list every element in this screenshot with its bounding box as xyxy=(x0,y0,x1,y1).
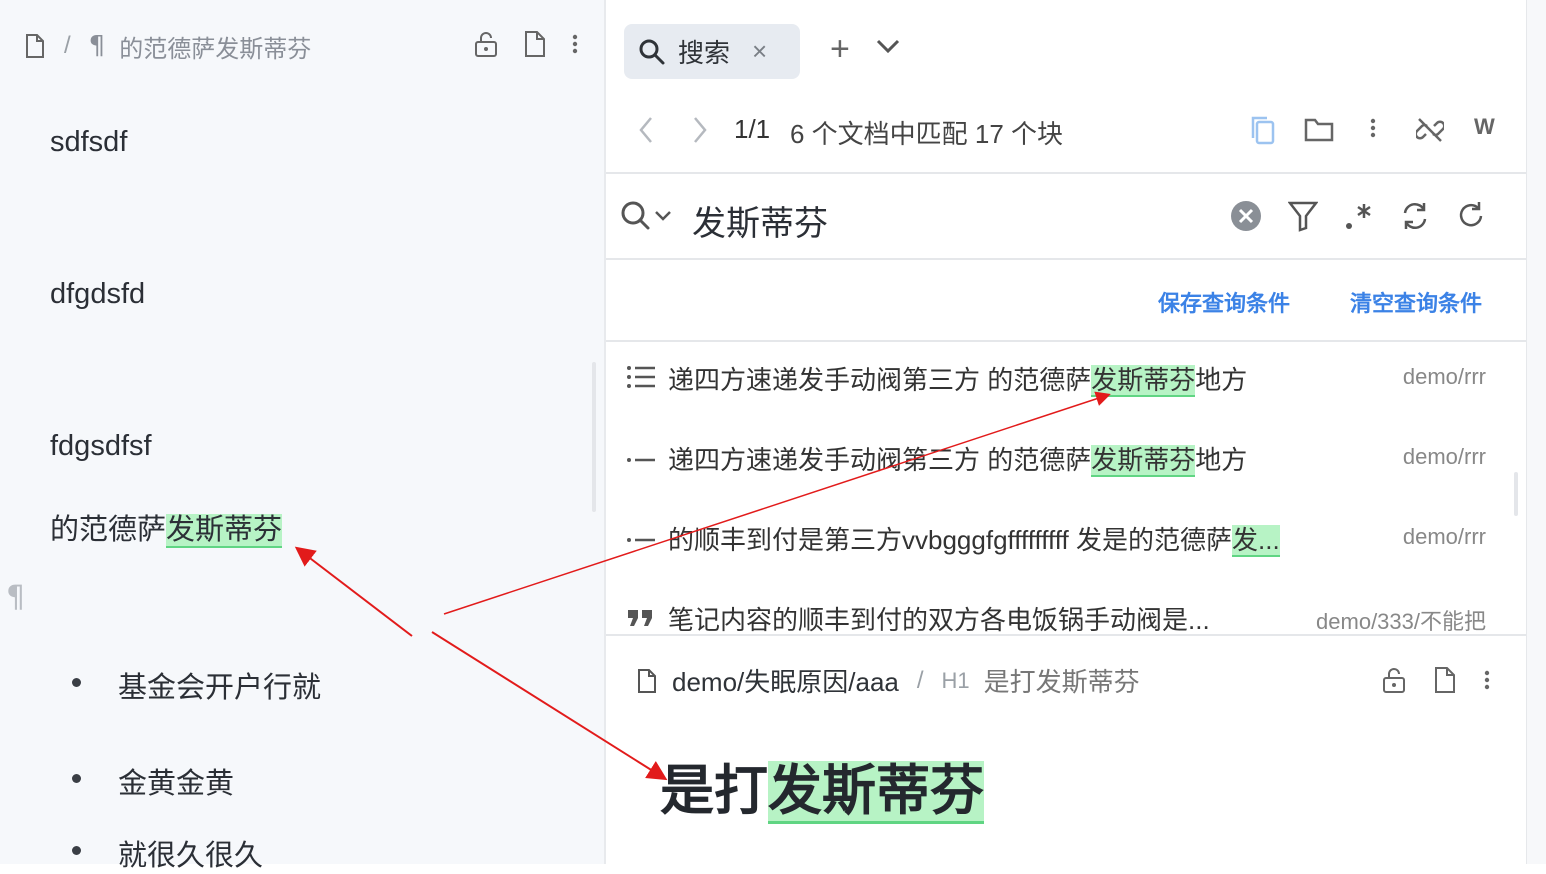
replace-icon[interactable] xyxy=(1400,200,1430,232)
result-path: demo/rrr xyxy=(1402,524,1486,549)
breadcrumb-separator: / xyxy=(64,32,71,59)
result-preview: demo/失眠原因/aaa / H1 是打发斯蒂芬 是打发斯蒂芬 xyxy=(606,634,1526,864)
window-edge xyxy=(1526,0,1546,864)
add-tab-button[interactable]: + xyxy=(830,32,850,66)
result-path: demo/rrr xyxy=(1402,444,1486,469)
refresh-icon[interactable] xyxy=(1456,200,1486,232)
preview-heading[interactable]: 是打发斯蒂芬 xyxy=(660,746,984,825)
tab-search[interactable]: 搜索 × xyxy=(624,24,800,79)
search-icon xyxy=(638,38,666,66)
filter-icon[interactable] xyxy=(1288,200,1318,232)
search-toolbar xyxy=(1230,200,1486,232)
result-text: 笔记内容的顺丰到付的双方各电饭锅手动阀是... xyxy=(668,605,1210,634)
paragraph-block[interactable]: dfgdsfd xyxy=(50,278,145,311)
clear-icon[interactable] xyxy=(1230,200,1262,232)
list-item-icon xyxy=(626,532,656,550)
list-item[interactable]: 就很久很久 xyxy=(118,832,263,874)
result-row[interactable]: 笔记内容的顺丰到付的双方各电饭锅手动阀是... demo/333/不能把 xyxy=(606,588,1526,634)
search-match-highlight: 发斯蒂芬 xyxy=(1091,365,1196,397)
breadcrumb-heading[interactable]: 是打发斯蒂芬 xyxy=(984,662,1140,699)
search-match-highlight: 发斯蒂芬 xyxy=(768,761,984,824)
search-bar: 发斯蒂芬 xyxy=(606,172,1526,260)
highlighted-paragraph-block[interactable]: 的范德萨发斯蒂芬 xyxy=(50,506,283,548)
chevron-right-icon[interactable] xyxy=(692,116,708,149)
match-summary: 6 个文档中匹配 17 个块 xyxy=(790,119,1064,149)
folder-icon[interactable] xyxy=(1304,116,1334,147)
page-indicator: 1/1 xyxy=(734,114,771,144)
bullet-icon xyxy=(72,846,81,855)
breadcrumb-title[interactable]: 的范德萨发斯蒂芬 xyxy=(119,29,311,64)
block-text: 的范德萨 xyxy=(50,514,167,546)
search-input[interactable]: 发斯蒂芬 xyxy=(692,196,828,245)
copy-icon[interactable] xyxy=(1250,114,1276,151)
chevron-down-icon[interactable] xyxy=(876,38,900,54)
list-item-icon xyxy=(626,452,656,470)
document-icon[interactable] xyxy=(636,668,658,694)
result-row[interactable]: 递四方速递发手动阀第三方 的范德萨发斯蒂芬地方 demo/rrr xyxy=(606,348,1526,408)
document-icon[interactable] xyxy=(524,30,546,58)
bullet-icon xyxy=(72,678,81,687)
result-navigation: 1/1 6 个文档中匹配 17 个块 W xyxy=(630,108,1510,152)
query-actions: 保存查询条件 清空查询条件 xyxy=(606,260,1526,342)
result-text: 递四方速递发手动阀第三方 的范德萨发斯蒂芬地方 xyxy=(668,365,1248,397)
paragraph-block[interactable]: fdgsdfsf xyxy=(50,430,152,463)
close-icon[interactable]: × xyxy=(752,36,767,67)
unlink-icon[interactable] xyxy=(1414,116,1446,149)
breadcrumb: demo/失眠原因/aaa / H1 是打发斯蒂芬 xyxy=(636,662,1140,699)
result-row[interactable]: 的顺丰到付是第三方vvbgggfgfffffffff 发是的范德萨发... de… xyxy=(606,508,1526,568)
result-text: 递四方速递发手动阀第三方 的范德萨发斯蒂芬地方 xyxy=(668,445,1248,477)
result-row[interactable]: 递四方速递发手动阀第三方 的范德萨发斯蒂芬地方 demo/rrr xyxy=(606,428,1526,488)
scrollbar[interactable] xyxy=(1514,472,1518,516)
breadcrumb-separator: / xyxy=(916,666,924,694)
more-vertical-icon[interactable] xyxy=(572,34,578,54)
chevron-left-icon[interactable] xyxy=(638,116,654,149)
whole-word-toggle[interactable]: W xyxy=(1474,114,1495,140)
paragraph-icon[interactable]: ¶ xyxy=(89,31,106,61)
save-query-link[interactable]: 保存查询条件 xyxy=(1158,286,1290,318)
search-match-highlight: 发... xyxy=(1232,525,1280,557)
search-match-highlight: 发斯蒂芬 xyxy=(1091,445,1196,477)
search-results: 递四方速递发手动阀第三方 的范德萨发斯蒂芬地方 demo/rrr 递四方速递发手… xyxy=(606,342,1526,634)
clear-query-link[interactable]: 清空查询条件 xyxy=(1350,286,1482,318)
editor-toolbar xyxy=(474,30,578,58)
unlock-icon[interactable] xyxy=(1382,666,1406,694)
document-icon[interactable] xyxy=(24,33,46,59)
search-method-dropdown[interactable] xyxy=(620,200,676,234)
search-pane: 搜索 × + 1/1 6 个文档中匹配 17 个块 W 发斯蒂芬 保存查询条件 … xyxy=(606,0,1526,864)
more-vertical-icon[interactable] xyxy=(1370,118,1376,143)
breadcrumb-doc-path[interactable]: demo/失眠原因/aaa xyxy=(672,662,899,699)
regex-icon[interactable] xyxy=(1344,200,1374,232)
result-text: 的顺丰到付是第三方vvbgggfgfffffffff 发是的范德萨发... xyxy=(668,525,1280,557)
heading-icon[interactable]: H1 xyxy=(942,668,970,694)
paragraph-block[interactable]: sdfsdf xyxy=(50,126,127,159)
editor-pane: / ¶ 的范德萨发斯蒂芬 sdfsdf dfgdsfd fdgsdfsf 的范德… xyxy=(0,0,604,872)
list-item[interactable]: 基金会开户行就 xyxy=(118,664,321,706)
preview-toolbar xyxy=(1382,666,1490,694)
unlock-icon[interactable] xyxy=(474,30,498,58)
more-vertical-icon[interactable] xyxy=(1484,670,1490,690)
bullet-icon xyxy=(72,774,81,783)
quote-icon xyxy=(626,608,656,633)
list-icon xyxy=(626,364,656,395)
search-match-highlight: 发斯蒂芬 xyxy=(166,514,283,548)
document-icon[interactable] xyxy=(1434,666,1456,694)
result-path: demo/333/不能把 xyxy=(1316,609,1486,634)
list-item[interactable]: 金黄金黄 xyxy=(118,760,234,802)
result-path: demo/rrr xyxy=(1402,364,1486,389)
paragraph-gutter-icon[interactable]: ¶ xyxy=(6,580,25,615)
scrollbar[interactable] xyxy=(592,362,596,512)
tab-label: 搜索 xyxy=(678,38,731,68)
